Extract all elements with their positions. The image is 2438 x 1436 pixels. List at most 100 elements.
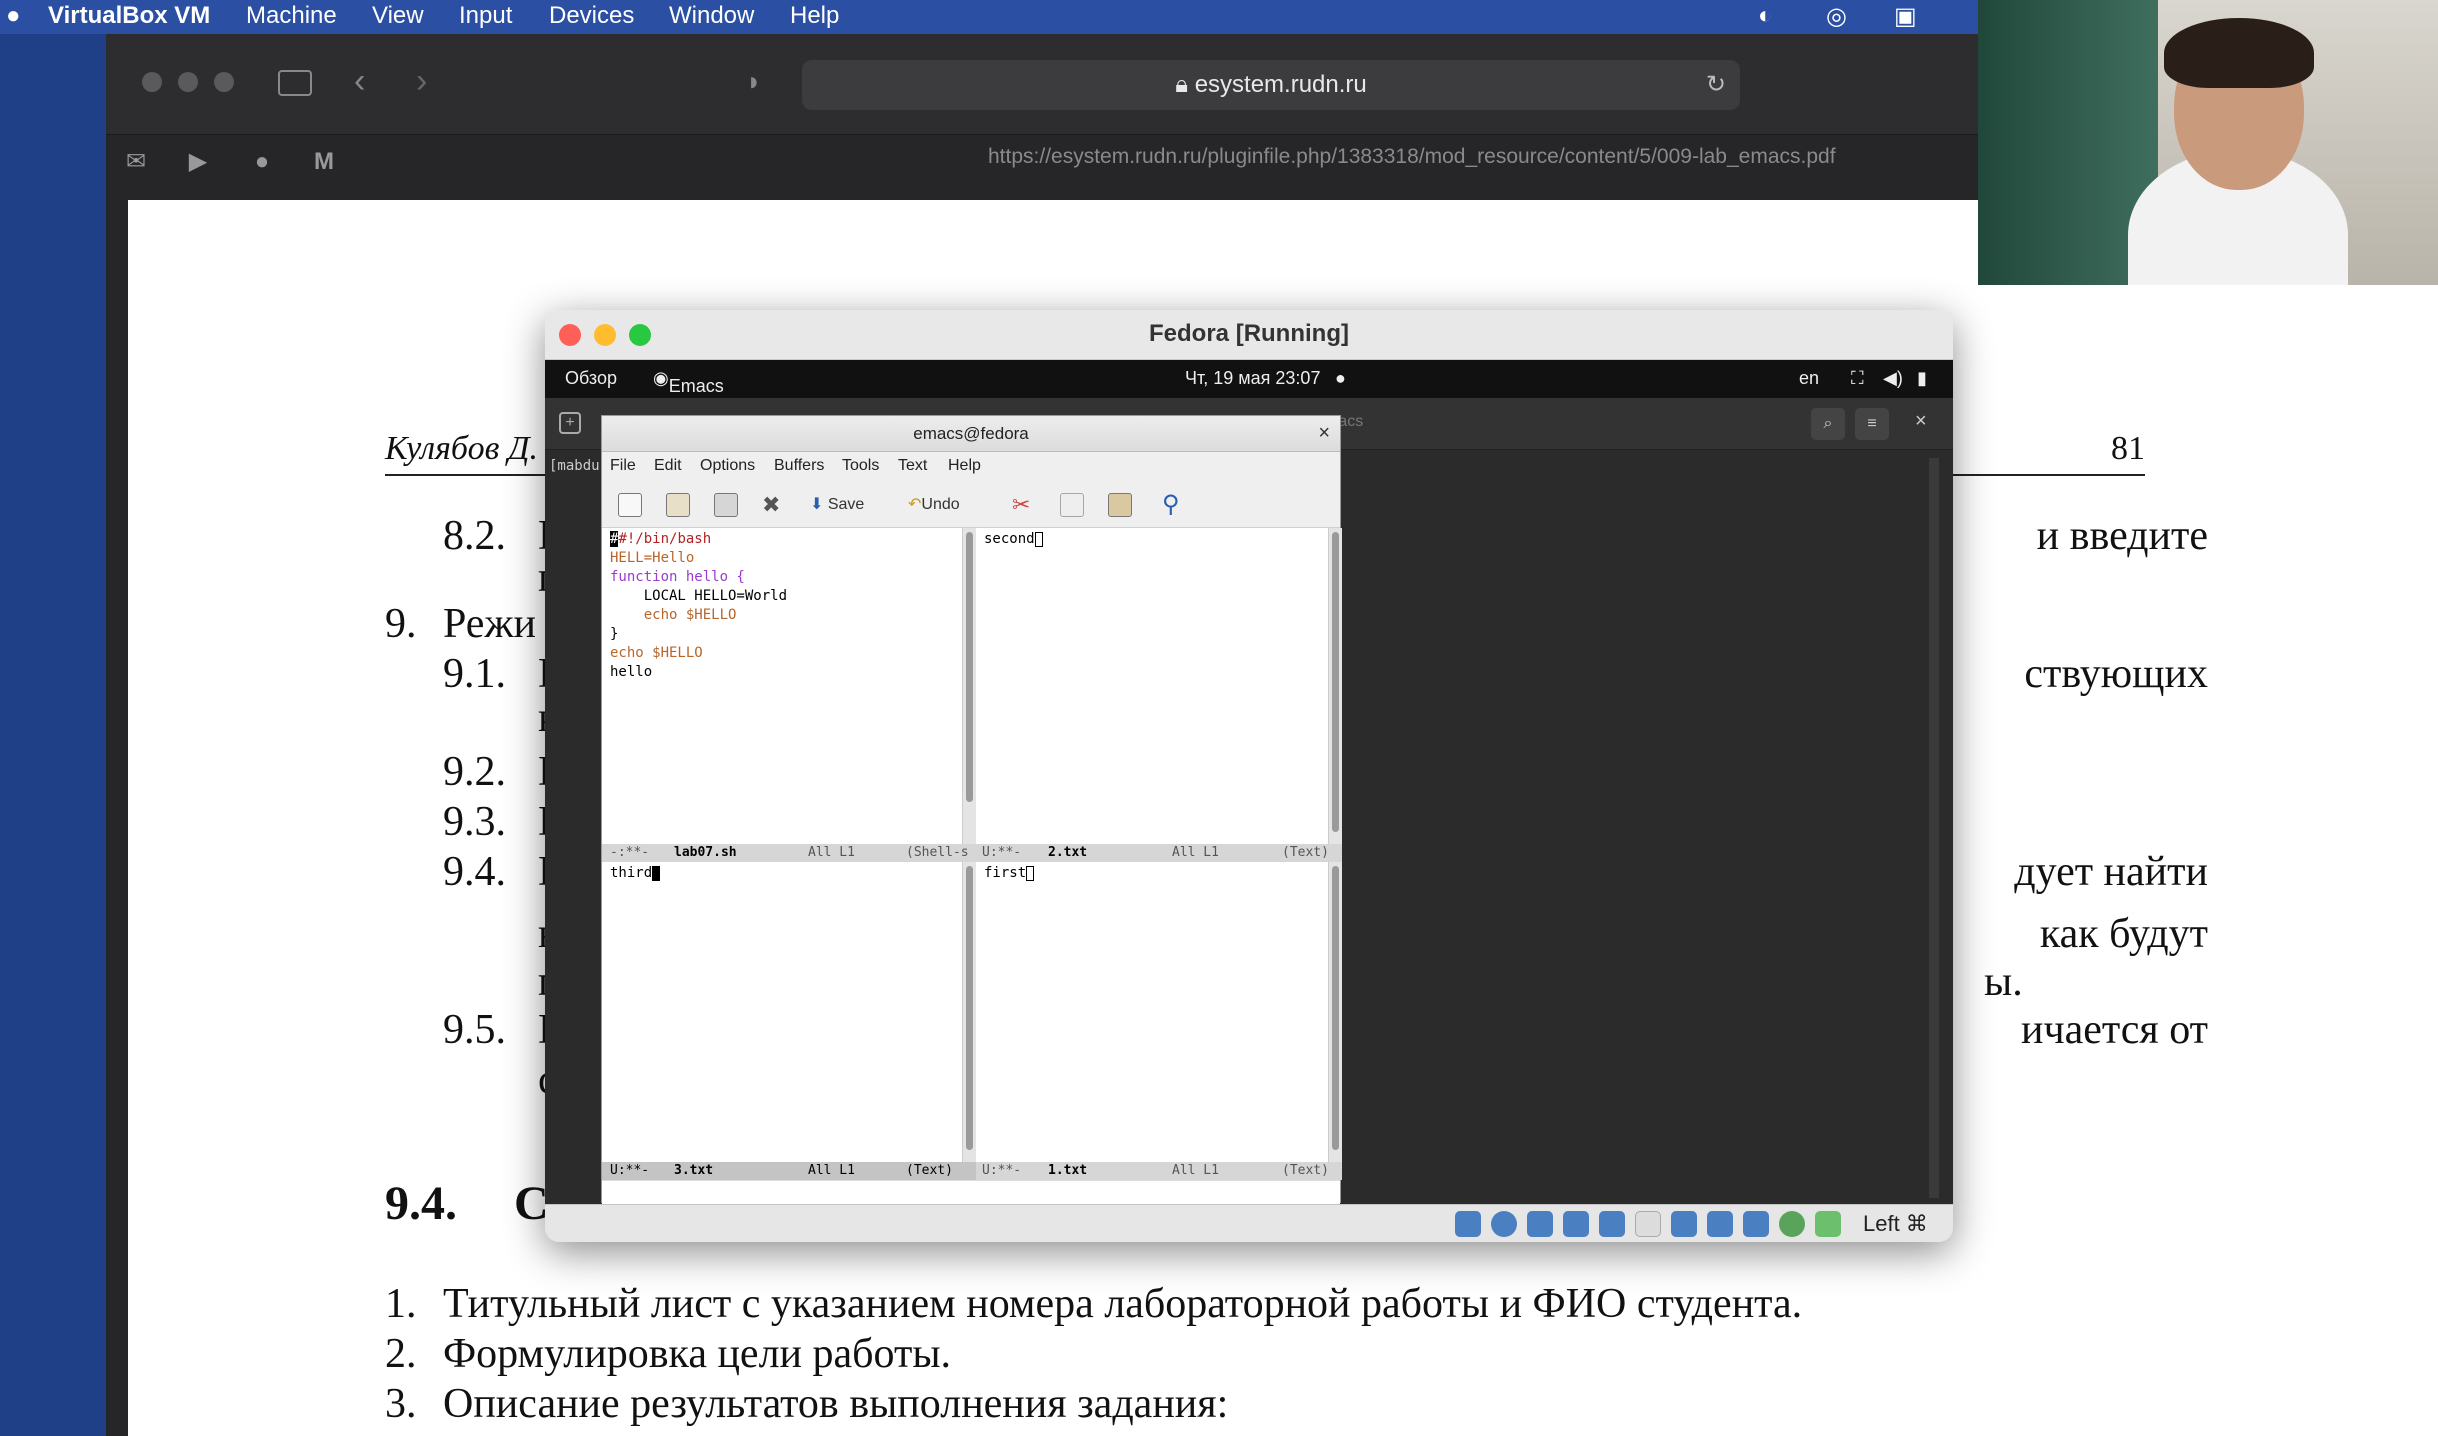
open-file-icon[interactable] xyxy=(666,492,690,518)
network-adapter-icon[interactable] xyxy=(1563,1211,1589,1237)
new-file-icon[interactable] xyxy=(618,492,642,518)
keyboard-layout[interactable]: en xyxy=(1799,368,1819,389)
list-num: 1. xyxy=(385,1281,417,1327)
item-text: ствующих xyxy=(2024,651,2208,697)
reload-icon[interactable]: ↻ xyxy=(1706,60,1726,110)
apple-bookmark-icon[interactable]: ● xyxy=(242,143,282,181)
display-icon[interactable] xyxy=(1671,1211,1697,1237)
recording-icon[interactable] xyxy=(1707,1211,1733,1237)
sidebar-icon[interactable] xyxy=(278,70,312,96)
app-name[interactable]: VirtualBox VM xyxy=(48,2,210,30)
network-icon[interactable]: ⛶ xyxy=(1851,368,1864,389)
menu-machine[interactable]: Machine xyxy=(246,2,337,30)
list-item: Титульный лист с указанием номера лабора… xyxy=(443,1281,1803,1327)
close-buffer-icon[interactable]: ✖ xyxy=(762,492,780,518)
code-line: LOCAL HELLO=World xyxy=(610,588,788,604)
clock[interactable]: Чт, 19 мая 23:07 xyxy=(1185,368,1320,389)
host-key-label: Left ⌘ xyxy=(1863,1211,1928,1236)
vm-title: Fedora [Running] xyxy=(1149,320,1349,347)
minimize-dot[interactable] xyxy=(178,72,198,92)
modeline-position: All L1 xyxy=(808,845,855,860)
code-line: #!/bin/bash xyxy=(618,531,712,547)
item-num: 8.2. xyxy=(443,513,506,559)
save-disk-icon[interactable] xyxy=(714,492,738,518)
shield-icon[interactable]: ◗ xyxy=(746,66,762,97)
text-line: first xyxy=(984,864,1035,883)
search-icon[interactable]: ⚲ xyxy=(1162,492,1180,518)
window-2txt[interactable]: second xyxy=(976,528,1328,844)
page-number: 81 xyxy=(2111,430,2145,467)
menu-input[interactable]: Input xyxy=(459,2,512,30)
audio-icon[interactable] xyxy=(1527,1211,1553,1237)
mouse-integration-icon[interactable] xyxy=(1815,1211,1841,1237)
undo-button[interactable]: ↶Undo xyxy=(908,492,960,518)
copy-icon[interactable] xyxy=(1060,492,1084,518)
modeline-status: U:**- xyxy=(982,1163,1022,1178)
menu-window[interactable]: Window xyxy=(669,2,754,30)
item-text: ы. xyxy=(1984,959,2023,1005)
menu-tools[interactable]: Tools xyxy=(842,457,879,475)
minibuffer[interactable] xyxy=(602,1180,1340,1204)
window-lab07[interactable]: ##!/bin/bash HELL=Hello function hello {… xyxy=(602,528,962,844)
status-icon-1[interactable]: ◐ xyxy=(1758,2,1773,30)
terminal-scrollbar[interactable] xyxy=(1929,458,1939,1198)
menu-devices[interactable]: Devices xyxy=(549,2,634,30)
emacs-menubar: File Edit Options Buffers Tools Text Hel… xyxy=(602,452,1340,482)
shared-folders-icon[interactable] xyxy=(1635,1211,1661,1237)
item-num: 9. xyxy=(385,601,417,647)
volume-icon[interactable]: ◀) xyxy=(1883,368,1903,389)
close-dot[interactable] xyxy=(142,72,162,92)
optical-drive-icon[interactable] xyxy=(1491,1211,1517,1237)
zoom-dot[interactable] xyxy=(214,72,234,92)
menu-text[interactable]: Text xyxy=(898,457,927,475)
menu-file[interactable]: File xyxy=(610,457,636,475)
back-icon[interactable]: ‹ xyxy=(354,62,365,101)
cut-icon[interactable]: ✂ xyxy=(1012,492,1030,518)
modeline-position: All L1 xyxy=(1172,1163,1219,1178)
modeline-status: -:**- xyxy=(610,845,650,860)
terminal-close-icon[interactable]: × xyxy=(1915,410,1927,433)
scrollbar[interactable] xyxy=(1328,528,1342,844)
cpu-icon[interactable] xyxy=(1743,1211,1769,1237)
window-1txt[interactable]: first xyxy=(976,862,1328,1162)
menu-buffers[interactable]: Buffers xyxy=(774,457,824,475)
item-num: 9.5. xyxy=(443,1007,506,1053)
scrollbar[interactable] xyxy=(1328,862,1342,1162)
new-tab-icon[interactable]: + xyxy=(559,412,581,434)
activities-button[interactable]: Обзор xyxy=(565,368,617,389)
hamburger-menu-icon[interactable]: ≡ xyxy=(1855,408,1889,440)
save-button[interactable]: ⬇ Save xyxy=(810,492,864,518)
guest-additions-icon[interactable] xyxy=(1779,1211,1805,1237)
vm-status-bar: Left ⌘ xyxy=(545,1204,1953,1242)
menu-edit[interactable]: Edit xyxy=(654,457,682,475)
notification-icon[interactable]: ▣ xyxy=(1894,2,1917,31)
list-num: 3. xyxy=(385,1381,417,1427)
emacs-close-icon[interactable]: × xyxy=(1318,422,1330,445)
apple-icon[interactable]: ● xyxy=(6,2,21,30)
forward-icon[interactable]: › xyxy=(416,62,427,101)
youtube-icon[interactable]: ▶ xyxy=(178,143,218,181)
mail-icon[interactable]: ✉ xyxy=(116,143,156,181)
battery-icon[interactable]: ▮ xyxy=(1917,368,1927,389)
app-menu[interactable]: ◉ Emacs xyxy=(653,368,724,396)
menu-help[interactable]: Help xyxy=(790,2,839,30)
search-icon[interactable]: ⌕ xyxy=(1811,408,1845,440)
code-line: hello xyxy=(610,664,653,680)
address-bar[interactable]: 🔒︎ esystem.rudn.ru ↻ xyxy=(802,60,1740,110)
creative-cloud-icon[interactable]: ◎ xyxy=(1826,2,1847,31)
emacs-titlebar: emacs@fedora × xyxy=(602,416,1340,452)
text-line: third xyxy=(610,864,661,883)
menu-view[interactable]: View xyxy=(372,2,424,30)
window-3txt[interactable]: third xyxy=(602,862,962,1162)
modeline-lab07: -:**- lab07.sh All L1 (Shell-s xyxy=(602,844,976,862)
scrollbar[interactable] xyxy=(962,528,976,844)
modeline-position: All L1 xyxy=(808,1163,855,1178)
menu-options[interactable]: Options xyxy=(700,457,755,475)
modeline-mode: (Text) xyxy=(1282,845,1329,860)
paste-icon[interactable] xyxy=(1108,492,1132,518)
gmail-icon[interactable]: M xyxy=(304,143,344,181)
menu-help[interactable]: Help xyxy=(948,457,981,475)
usb-icon[interactable] xyxy=(1599,1211,1625,1237)
hard-disk-icon[interactable] xyxy=(1455,1211,1481,1237)
scrollbar[interactable] xyxy=(962,862,976,1162)
